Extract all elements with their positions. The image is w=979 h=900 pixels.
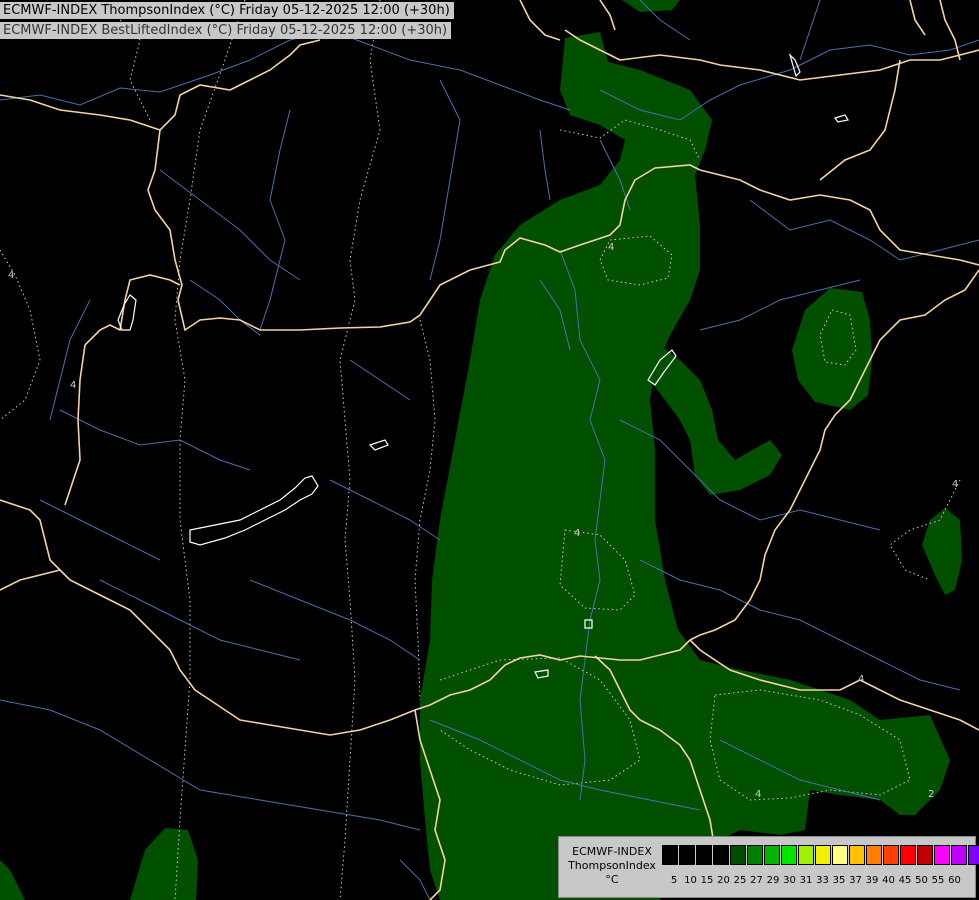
legend-swatch xyxy=(968,845,979,865)
legend-swatch xyxy=(696,845,712,865)
legend-label: 20 xyxy=(717,875,730,886)
legend-model: ECMWF-INDEX xyxy=(572,845,652,858)
contour-label: 4 xyxy=(8,270,14,281)
legend-unit: °C xyxy=(605,873,619,886)
legend-swatch xyxy=(798,845,814,865)
legend-swatch xyxy=(934,845,950,865)
legend-label: 15 xyxy=(700,875,714,886)
legend-label: 29 xyxy=(766,875,780,886)
legend-label: 27 xyxy=(750,875,763,886)
legend-swatch xyxy=(747,845,763,865)
contour-label: 4 xyxy=(608,242,614,253)
legend-text: ECMWF-INDEX ThompsonIndex °C xyxy=(562,845,662,887)
legend-label: 30 xyxy=(783,875,796,886)
legend-swatch xyxy=(883,845,899,865)
legend-label: 45 xyxy=(898,875,912,886)
legend-label: 31 xyxy=(799,875,813,886)
weather-map: 4 4 4 4 4 4 4 2 xyxy=(0,0,979,900)
legend-label: 50 xyxy=(915,875,928,886)
contour-label: 4 xyxy=(858,674,864,685)
legend-swatch xyxy=(832,845,848,865)
legend-swatch xyxy=(917,845,933,865)
color-legend: ECMWF-INDEX ThompsonIndex °C 5 10 15 20 25 27… xyxy=(558,836,979,898)
contour-label: 4 xyxy=(952,479,958,490)
legend-label: 40 xyxy=(882,875,895,886)
legend-swatch xyxy=(849,845,865,865)
legend-swatch xyxy=(662,845,678,865)
legend-swatch xyxy=(900,845,916,865)
map-subtitle: ECMWF-INDEX BestLiftedIndex (°C) Friday … xyxy=(0,22,452,39)
contour-label: 4 xyxy=(574,528,580,539)
legend-label: 35 xyxy=(832,875,846,886)
legend-swatch xyxy=(713,845,729,865)
legend-label: 60 xyxy=(948,875,961,886)
contour-label: 2 xyxy=(928,789,934,800)
legend-swatch xyxy=(730,845,746,865)
contour-label: 4 xyxy=(70,380,76,391)
legend-swatch xyxy=(951,845,967,865)
map-title: ECMWF-INDEX ThompsonIndex (°C) Friday 05… xyxy=(0,2,454,19)
legend-label: 10 xyxy=(684,875,697,886)
legend-parameter: ThompsonIndex xyxy=(568,859,656,872)
legend-swatch xyxy=(815,845,831,865)
legend-label: 55 xyxy=(931,875,945,886)
legend-label: 25 xyxy=(733,875,747,886)
legend-label: 33 xyxy=(816,875,829,886)
legend-label: 5 xyxy=(670,875,678,886)
legend-label: 37 xyxy=(849,875,862,886)
legend-swatch xyxy=(866,845,882,865)
legend-label: 39 xyxy=(865,875,879,886)
legend-swatch xyxy=(781,845,797,865)
contour-label: 4 xyxy=(755,789,761,800)
legend-swatch xyxy=(679,845,695,865)
legend-swatches xyxy=(662,845,979,865)
legend-swatch xyxy=(764,845,780,865)
